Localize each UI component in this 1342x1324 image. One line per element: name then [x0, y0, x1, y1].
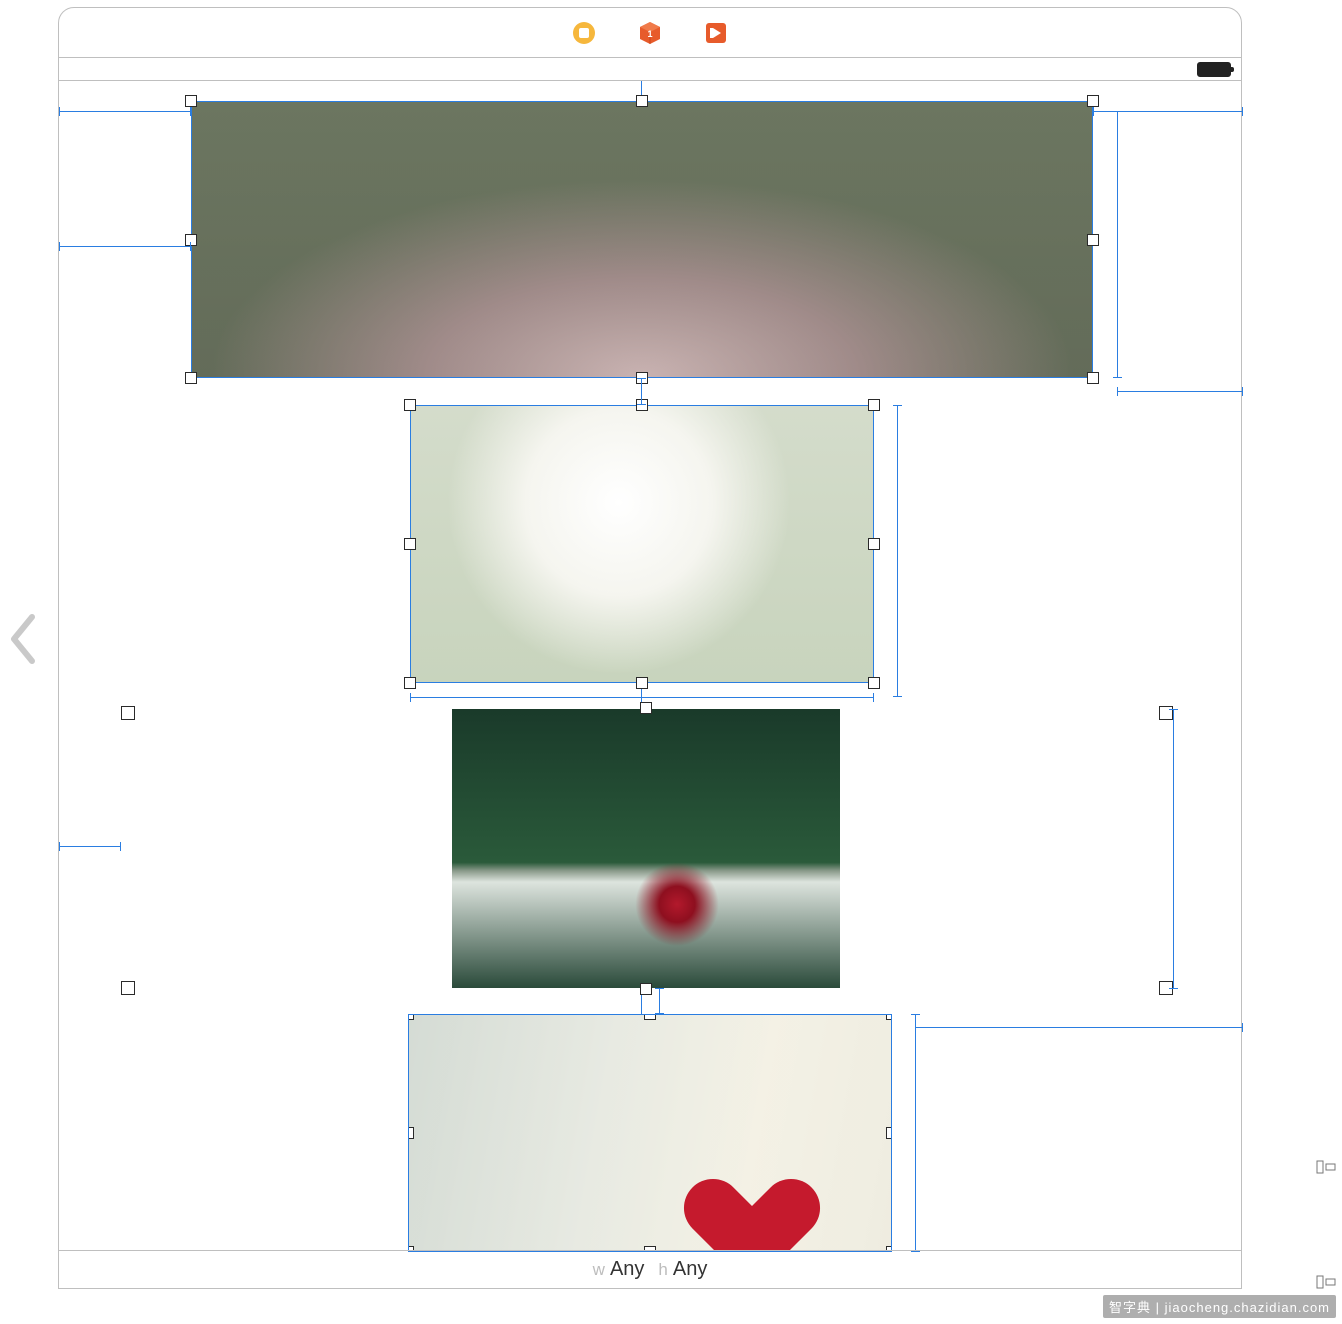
bridge-image-view[interactable] [191, 101, 1093, 378]
w-prefix: w [593, 1260, 605, 1280]
flowers-image-view[interactable] [410, 405, 874, 683]
library-toolbar: 1 [59, 8, 1241, 58]
chip-icon[interactable] [571, 20, 597, 46]
device-frame: 1 [58, 7, 1242, 1289]
align-tool-icon[interactable] [1316, 1275, 1338, 1291]
constraint-guide[interactable] [59, 846, 121, 847]
constraint-guide[interactable] [641, 378, 642, 405]
constraint-guide[interactable] [915, 1014, 916, 1252]
selection-handles[interactable] [410, 405, 874, 683]
constraint-guide[interactable] [1117, 111, 1118, 378]
h-prefix: h [658, 1260, 667, 1280]
resize-handle[interactable] [640, 702, 652, 714]
resize-handle[interactable] [1087, 372, 1099, 384]
resize-handle[interactable] [640, 983, 652, 995]
constraint-guide[interactable] [659, 988, 660, 1014]
resize-handle[interactable] [408, 1014, 414, 1020]
constraint-guide[interactable] [59, 111, 191, 112]
selection-handles[interactable] [408, 1014, 892, 1252]
resize-handle[interactable] [185, 95, 197, 107]
constraint-guide[interactable] [1173, 709, 1174, 989]
resize-handle[interactable] [185, 234, 197, 246]
resize-handle[interactable] [404, 399, 416, 411]
align-tool-icon[interactable] [1316, 1160, 1338, 1176]
resize-handle[interactable] [404, 538, 416, 550]
resize-handle[interactable] [868, 677, 880, 689]
heart-icon [709, 1181, 819, 1252]
battery-icon [1197, 62, 1231, 77]
resize-handle[interactable] [886, 1127, 892, 1139]
resize-handle[interactable] [886, 1014, 892, 1020]
resize-handle[interactable] [644, 1014, 656, 1020]
status-bar [59, 58, 1241, 81]
rose-image-view[interactable] [452, 709, 840, 988]
cube-icon[interactable]: 1 [637, 20, 663, 46]
resize-handle[interactable] [408, 1127, 414, 1139]
resize-handle[interactable] [636, 399, 648, 411]
size-class-bar[interactable]: w Any h Any [59, 1250, 1241, 1288]
selection-handles[interactable] [451, 708, 841, 989]
constraint-guide[interactable] [59, 246, 191, 247]
heart-image-view[interactable] [408, 1014, 892, 1252]
svg-text:1: 1 [647, 29, 652, 39]
constraint-marker[interactable] [121, 706, 135, 720]
resize-handle[interactable] [636, 677, 648, 689]
exit-icon[interactable] [703, 20, 729, 46]
h-value: Any [673, 1258, 707, 1281]
constraint-guide[interactable] [1117, 391, 1243, 392]
watermark: 智字典 | jiaocheng.chazidian.com [1103, 1295, 1336, 1318]
selection-handles[interactable] [191, 101, 1093, 378]
resize-handle[interactable] [404, 677, 416, 689]
resize-handle[interactable] [868, 399, 880, 411]
resize-handle[interactable] [1087, 234, 1099, 246]
resize-handle[interactable] [1087, 95, 1099, 107]
back-chevron[interactable] [0, 606, 46, 672]
resize-handle[interactable] [868, 538, 880, 550]
constraint-guide[interactable] [915, 1027, 1243, 1028]
canvas[interactable] [59, 81, 1241, 1250]
resize-handle[interactable] [185, 372, 197, 384]
w-value: Any [610, 1258, 644, 1281]
constraint-marker[interactable] [121, 981, 135, 995]
constraint-guide[interactable] [897, 405, 898, 697]
resize-handle[interactable] [636, 95, 648, 107]
constraint-guide[interactable] [410, 697, 874, 698]
